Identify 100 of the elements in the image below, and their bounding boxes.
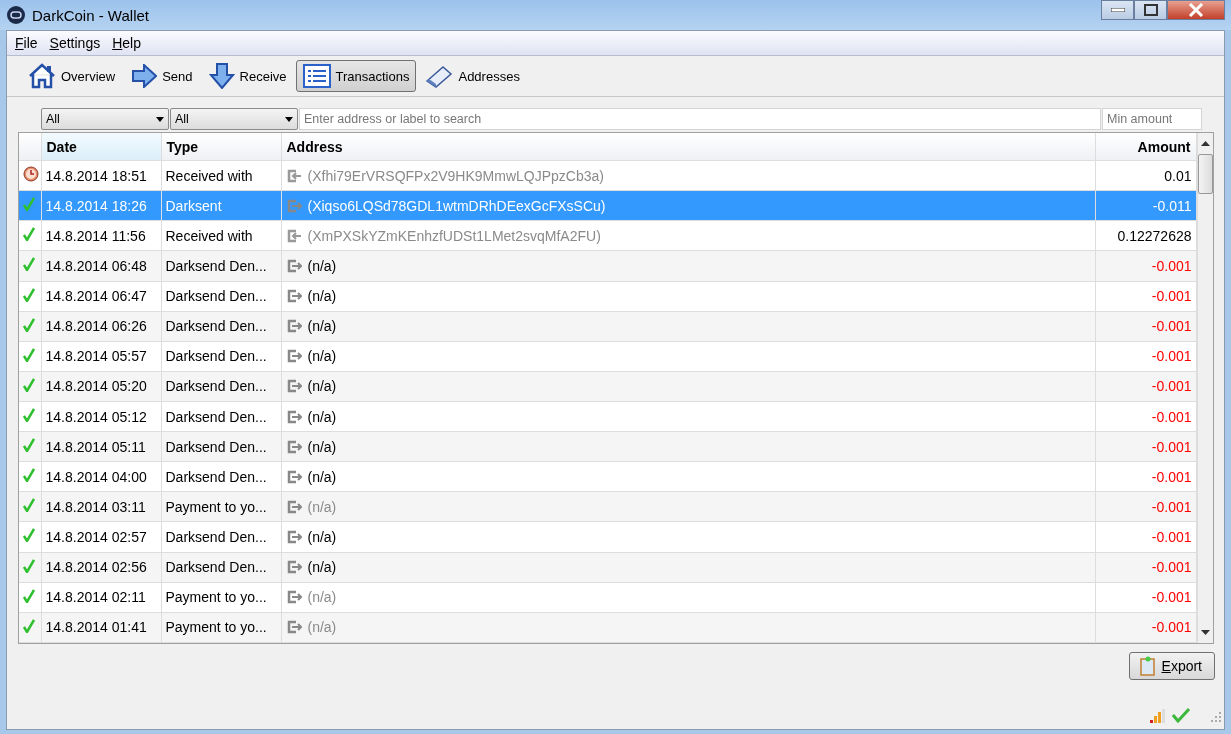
address-text: (n/a) (307, 438, 337, 455)
close-icon (1188, 3, 1204, 17)
address-text: (Xiqso6LQSd78GDL1wtmDRhDEexGcFXsSCu) (307, 197, 606, 214)
maximize-button[interactable] (1134, 0, 1167, 20)
minimize-button[interactable] (1101, 0, 1134, 20)
scroll-thumb[interactable] (1197, 154, 1213, 194)
date-cell: 14.8.2014 05:11 (41, 431, 161, 462)
amount-cell: -0.001 (1095, 612, 1196, 643)
date-cell: 14.8.2014 03:11 (41, 491, 161, 522)
clipboard-icon (1137, 655, 1158, 677)
column-header[interactable]: Date (41, 133, 161, 161)
type-cell: Darksend Den... (161, 401, 281, 432)
amount-cell: -0.001 (1095, 311, 1196, 342)
type-cell: Darksend Den... (161, 341, 281, 372)
address-text: (n/a) (307, 559, 337, 576)
amount-cell: -0.001 (1095, 401, 1196, 432)
address-text: (n/a) (307, 468, 337, 485)
address-text: (n/a) (307, 318, 337, 335)
search-field[interactable]: Enter address or label to search (299, 108, 1101, 130)
resize-grip-icon[interactable] (1210, 711, 1222, 723)
date-cell: 14.8.2014 18:26 (41, 190, 161, 221)
date-filter-dropdown[interactable]: All (41, 108, 169, 130)
down-arrow-icon (208, 63, 235, 89)
amount-cell: 0.12272628 (1095, 220, 1196, 251)
date-cell: 14.8.2014 02:56 (41, 552, 161, 583)
toolbar-button[interactable]: Addresses (418, 60, 527, 92)
address-text: (n/a) (307, 619, 337, 636)
toolbar-button[interactable]: Transactions (295, 60, 417, 92)
type-cell: Darksend Den... (161, 552, 281, 583)
close-button[interactable] (1167, 0, 1225, 20)
date-cell: 14.8.2014 02:11 (41, 582, 161, 613)
date-cell: 14.8.2014 05:57 (41, 341, 161, 372)
address-text: (n/a) (307, 528, 337, 545)
address-text: (Xfhi79ErVRSQFPx2V9HK9MmwLQJPpzCb3a) (307, 167, 604, 184)
signal-bars-icon (1150, 709, 1166, 723)
amount-cell: -0.001 (1095, 431, 1196, 462)
amount-cell: -0.001 (1095, 341, 1196, 372)
scroll-down-icon[interactable] (1200, 630, 1210, 635)
amount-cell: -0.001 (1095, 461, 1196, 492)
amount-cell: -0.001 (1095, 281, 1196, 312)
scroll-up-icon[interactable] (1200, 141, 1210, 146)
type-cell: Darksend Den... (161, 311, 281, 342)
amount-cell: -0.011 (1095, 190, 1196, 221)
type-cell: Darksend Den... (161, 371, 281, 402)
type-cell: Received with (161, 220, 281, 251)
amount-cell: -0.001 (1095, 521, 1196, 552)
date-cell: 14.8.2014 05:20 (41, 371, 161, 402)
type-cell: Payment to yo... (161, 582, 281, 613)
date-cell: 14.8.2014 06:47 (41, 281, 161, 312)
address-text: (n/a) (307, 408, 337, 425)
column-header[interactable]: Amount (1095, 133, 1196, 161)
menu-item[interactable]: Help (106, 33, 147, 53)
address-book-icon (425, 64, 454, 88)
check-icon (1172, 707, 1190, 723)
date-cell: 14.8.2014 05:12 (41, 401, 161, 432)
export-button[interactable]: Export (1128, 652, 1215, 680)
address-text: (n/a) (307, 288, 337, 305)
menu-item[interactable]: File (9, 33, 44, 53)
amount-cell: -0.001 (1095, 552, 1196, 583)
type-cell: Darksend Den... (161, 521, 281, 552)
date-cell: 14.8.2014 04:00 (41, 461, 161, 492)
type-filter-dropdown[interactable]: All (170, 108, 298, 130)
address-text: (n/a) (307, 498, 337, 515)
date-cell: 14.8.2014 11:56 (41, 220, 161, 251)
column-header[interactable]: Type (161, 133, 281, 161)
caret-icon (156, 116, 164, 122)
type-cell: Darksend Den... (161, 281, 281, 312)
type-cell: Payment to yo... (161, 491, 281, 522)
column-header[interactable]: Address (281, 133, 1095, 161)
toolbar-button[interactable]: Overview (21, 60, 123, 92)
amount-cell: -0.001 (1095, 582, 1196, 613)
min-amount-field[interactable]: Min amount (1102, 108, 1202, 130)
date-cell: 14.8.2014 06:48 (41, 250, 161, 282)
list-icon (302, 64, 331, 88)
address-text: (n/a) (307, 378, 337, 395)
house-icon (28, 63, 56, 89)
type-cell: Received with (161, 160, 281, 191)
menu-item[interactable]: Settings (43, 33, 107, 53)
type-cell: Darksend Den... (161, 431, 281, 462)
toolbar-button[interactable]: Send (124, 60, 200, 92)
right-arrow-icon (131, 64, 158, 88)
app-logo-icon (6, 5, 26, 25)
toolbar-button[interactable]: Receive (201, 60, 294, 92)
type-cell: Darksend Den... (161, 250, 281, 282)
amount-cell: -0.001 (1095, 250, 1196, 282)
address-text: (n/a) (307, 348, 337, 365)
address-text: (n/a) (307, 589, 337, 606)
date-cell: 14.8.2014 02:57 (41, 521, 161, 552)
caret-icon (285, 116, 293, 122)
date-cell: 14.8.2014 06:26 (41, 311, 161, 342)
date-cell: 14.8.2014 01:41 (41, 612, 161, 643)
maximize-icon (1143, 4, 1158, 16)
amount-cell: 0.01 (1095, 160, 1196, 191)
type-cell: Darksent (161, 190, 281, 221)
minimize-icon (1110, 8, 1125, 12)
type-cell: Darksend Den... (161, 461, 281, 492)
type-cell: Payment to yo... (161, 612, 281, 643)
window-title: DarkCoin - Wallet (32, 6, 149, 24)
amount-cell: -0.001 (1095, 371, 1196, 402)
address-text: (n/a) (307, 257, 337, 274)
